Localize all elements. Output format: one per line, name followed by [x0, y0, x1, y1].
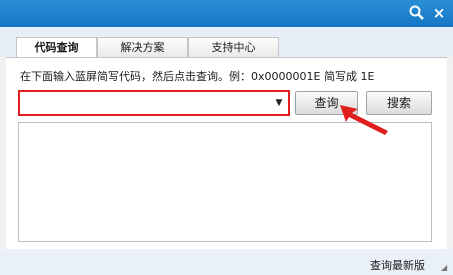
- tab-code-query[interactable]: 代码查询: [16, 37, 97, 59]
- status-bar: 查询最新版 ◢: [0, 249, 453, 275]
- pointer-arrow-icon: [340, 105, 388, 135]
- tab-solutions[interactable]: 解决方案: [97, 37, 188, 58]
- tab-support-center[interactable]: 支持中心: [188, 37, 279, 58]
- close-icon[interactable]: ×: [430, 4, 448, 22]
- results-area[interactable]: [18, 122, 432, 242]
- dropdown-arrow-icon[interactable]: ▼: [272, 95, 286, 111]
- code-combobox[interactable]: ▼: [18, 90, 290, 116]
- check-latest-link[interactable]: 查询最新版: [370, 257, 425, 273]
- instruction-text: 在下面输入蓝屏简写代码，然后点击查询。例：0x0000001E 简写成 1E: [20, 70, 375, 83]
- code-input[interactable]: [22, 94, 272, 112]
- search-icon[interactable]: [408, 4, 426, 22]
- code-query-panel: 在下面输入蓝屏简写代码，然后点击查询。例：0x0000001E 简写成 1E ▼…: [6, 57, 447, 249]
- title-bar: ×: [0, 0, 453, 27]
- resize-grip-icon[interactable]: ◢: [441, 263, 451, 273]
- tab-strip: 代码查询 解决方案 支持中心: [0, 27, 453, 59]
